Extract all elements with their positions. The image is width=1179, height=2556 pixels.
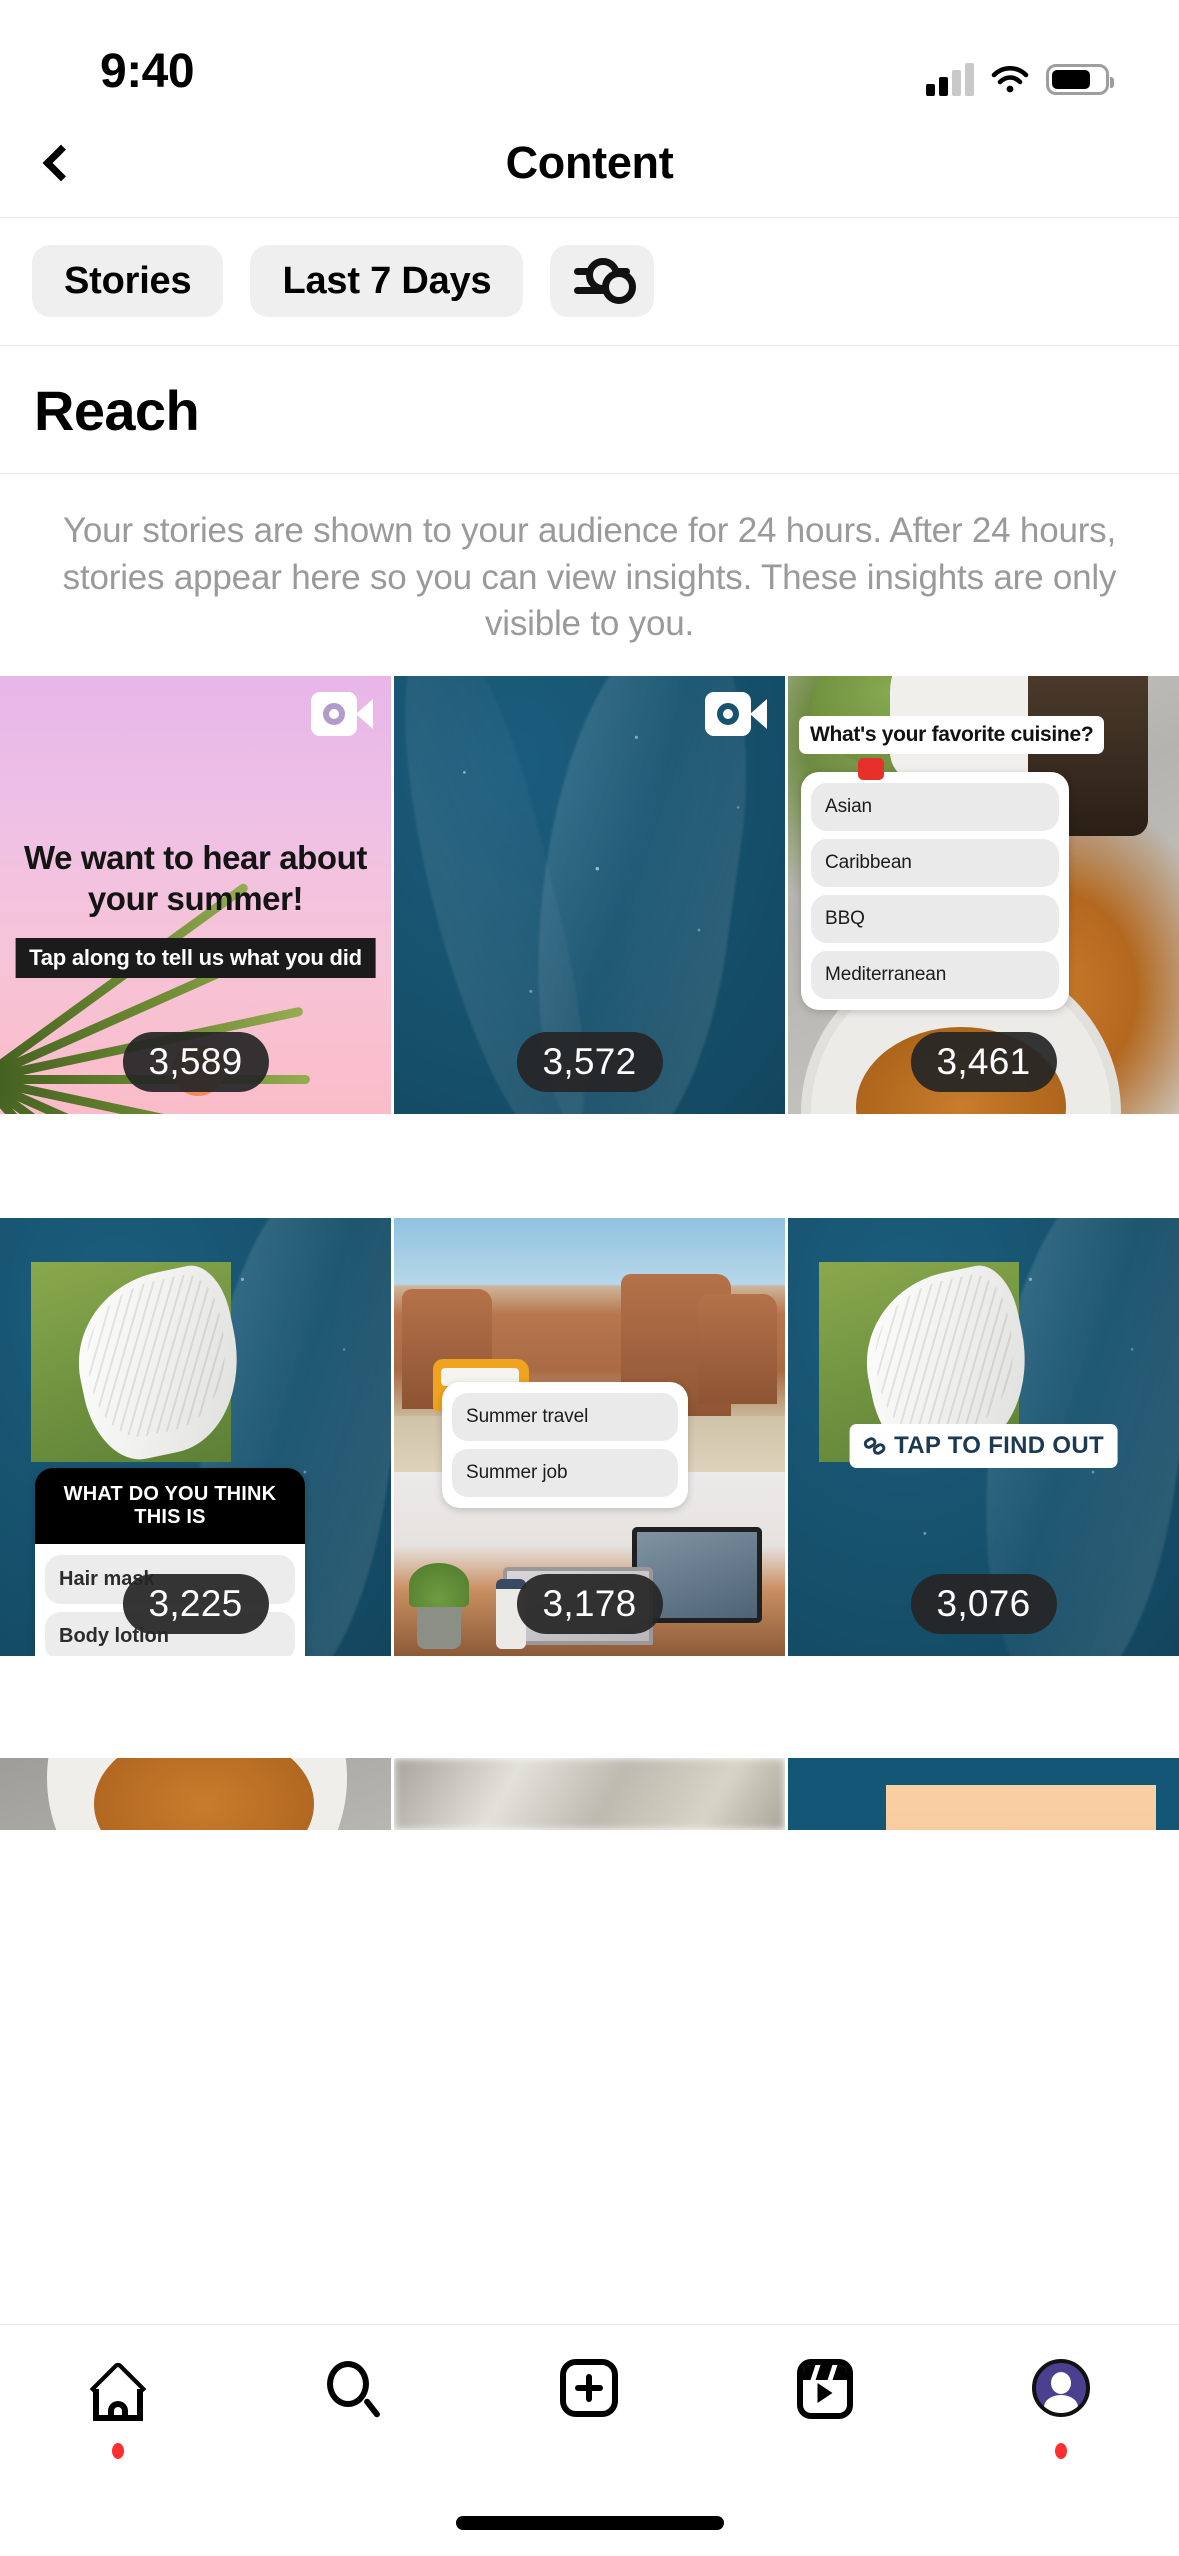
poll-option[interactable]: Summer travel (452, 1393, 678, 1442)
link-sticker[interactable]: TAP TO FIND OUT (849, 1424, 1118, 1468)
wifi-icon (991, 65, 1029, 93)
page-title: Content (505, 136, 674, 188)
story-headline-text: We want to hear about your summer! (24, 838, 368, 917)
sliders-filter-icon (574, 258, 637, 304)
stories-grid-next-row (0, 1757, 1179, 1830)
section-description: Your stories are shown to your audience … (62, 511, 1117, 644)
story-tile[interactable]: What's your favorite cuisine? Asian Cari… (788, 675, 1179, 1114)
poll-option[interactable]: Caribbean (811, 838, 1059, 887)
poll-question: What's your favorite cuisine? (799, 715, 1105, 754)
section-header: Reach (0, 346, 1179, 474)
poll-option[interactable]: BBQ (811, 894, 1059, 943)
bottom-tab-bar (0, 2324, 1179, 2556)
nav-header: Content (0, 108, 1179, 218)
filter-content-type[interactable]: Stories (32, 245, 224, 317)
reels-icon (797, 2359, 854, 2419)
profile-avatar-icon (1032, 2359, 1091, 2417)
tab-create[interactable] (514, 2359, 664, 2469)
status-bar-time: 9:40 (100, 45, 195, 98)
story-tile[interactable]: WHAT DO YOU THINK THIS IS Hair mask Body… (0, 1218, 391, 1657)
reach-count-badge: 3,589 (122, 1031, 269, 1092)
reach-count-badge: 3,076 (910, 1574, 1057, 1635)
search-icon (323, 2359, 385, 2421)
battery-icon (1046, 63, 1114, 95)
status-bar: 9:40 (0, 0, 1179, 108)
home-icon (87, 2359, 149, 2421)
story-thumbnail (394, 1757, 785, 1830)
video-camera-icon (311, 691, 373, 736)
story-thumbnail (0, 1757, 391, 1830)
story-tile-partial[interactable] (0, 1757, 391, 1830)
home-indicator (455, 2516, 724, 2530)
poll-sticker[interactable]: Asian Caribbean BBQ Mediterranean (801, 771, 1069, 1010)
profile-notification-dot (1055, 2443, 1068, 2459)
poll-sticker[interactable]: Summer travel Summer job (442, 1382, 688, 1509)
stories-grid: We want to hear about your summer! Tap a… (0, 675, 1179, 1758)
home-notification-dot (111, 2443, 124, 2459)
reach-count-badge: 3,572 (516, 1031, 663, 1092)
product-photo-decoration (31, 1259, 257, 1469)
poll-option[interactable]: Mediterranean (811, 950, 1059, 999)
story-tile[interactable]: Summer travel Summer job 3,178 (394, 1218, 785, 1657)
story-tile[interactable]: We want to hear about your summer! Tap a… (0, 675, 391, 1114)
back-button[interactable] (22, 128, 92, 198)
status-bar-indicators (926, 62, 1117, 96)
quiz-question: WHAT DO YOU THINK THIS IS (35, 1468, 305, 1545)
reach-count-badge: 3,178 (516, 1574, 663, 1635)
story-tile[interactable]: 3,572 (394, 675, 785, 1114)
back-chevron-icon (42, 144, 79, 181)
tab-home[interactable] (43, 2359, 193, 2469)
story-subtitle-text: Tap along to tell us what you did (15, 937, 376, 978)
story-thumbnail (788, 1757, 1179, 1830)
emoji-sticker-icon (858, 757, 884, 780)
filter-settings-button[interactable] (550, 245, 655, 317)
video-camera-icon (705, 691, 767, 736)
tab-search[interactable] (279, 2359, 429, 2469)
filter-bar: Stories Last 7 Days (0, 218, 1179, 346)
tab-reels[interactable] (750, 2359, 900, 2469)
plus-square-icon (560, 2359, 619, 2417)
section-title: Reach (34, 379, 200, 442)
reach-count-badge: 3,225 (122, 1574, 269, 1635)
reach-count-badge: 3,461 (910, 1031, 1057, 1092)
poll-option[interactable]: Summer job (452, 1449, 678, 1498)
story-tile-partial[interactable] (394, 1757, 785, 1830)
link-sticker-label: TAP TO FIND OUT (894, 1432, 1104, 1459)
story-tile-partial[interactable] (788, 1757, 1179, 1830)
filter-time-range[interactable]: Last 7 Days (250, 245, 524, 317)
tab-profile[interactable] (986, 2359, 1136, 2469)
story-tile[interactable]: TAP TO FIND OUT 3,076 (788, 1218, 1179, 1657)
chain-link-icon (861, 1435, 887, 1457)
poll-option[interactable]: Asian (811, 782, 1059, 831)
instagram-insights-screen: 9:40 Content Stories Last 7 Days Reach Y… (0, 0, 1179, 2556)
cellular-signal-icon (926, 62, 974, 96)
